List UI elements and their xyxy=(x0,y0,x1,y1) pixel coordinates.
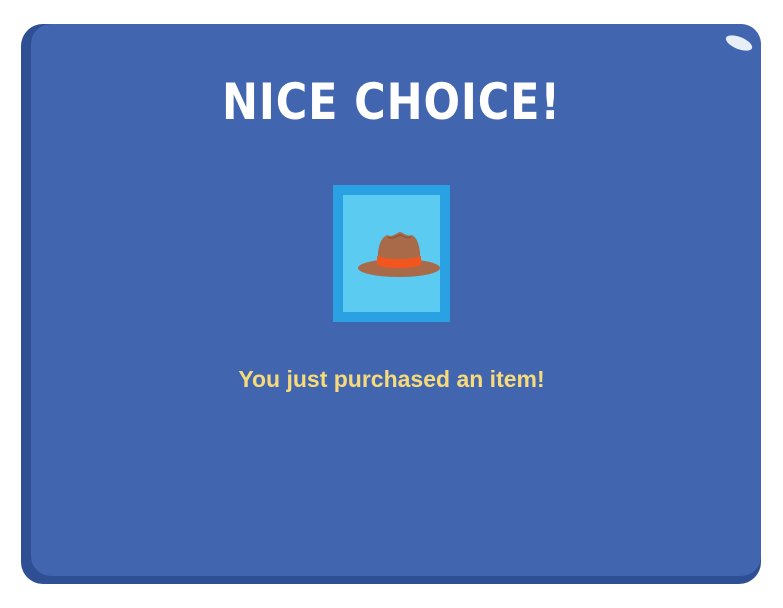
fedora-hat-icon xyxy=(358,232,440,277)
purchase-message: You just purchased an item! xyxy=(238,366,545,392)
purchase-dialog-stage: NICE CHOICE! You just purchased an item! xyxy=(0,0,783,608)
purchased-item-background xyxy=(343,195,440,312)
dialog-title: NICE CHOICE! xyxy=(221,73,561,131)
purchased-item-card xyxy=(333,185,450,322)
